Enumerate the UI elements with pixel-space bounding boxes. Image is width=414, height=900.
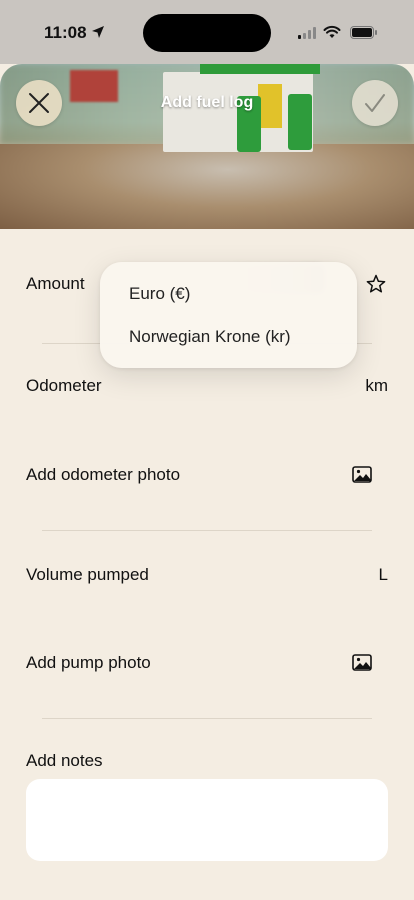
photo-icon[interactable] (352, 466, 372, 483)
divider (42, 530, 372, 531)
wifi-icon (323, 25, 341, 38)
photo-icon[interactable] (352, 654, 372, 671)
hero-ground (0, 144, 414, 229)
odometer-photo-label: Add odometer photo (26, 465, 181, 484)
dynamic-island (143, 14, 271, 52)
battery-icon (350, 26, 377, 39)
done-button[interactable] (352, 80, 398, 126)
menu-item-euro[interactable]: Euro (€) (129, 284, 190, 304)
amount-label: Amount (26, 274, 85, 293)
menu-item-norwegian-krone[interactable]: Norwegian Krone (kr) (129, 327, 291, 347)
status-time: 11:08 (44, 23, 87, 42)
pump-photo-label: Add pump photo (26, 653, 151, 672)
hero-station-roof (200, 64, 320, 74)
close-button[interactable] (16, 80, 62, 126)
cellular-signal-icon (298, 27, 316, 39)
star-icon[interactable] (366, 274, 386, 294)
currency-menu: Euro (€) Norwegian Krone (kr) (100, 262, 357, 368)
hero-image (0, 64, 414, 229)
notes-label: Add notes (26, 751, 103, 770)
volume-input[interactable] (0, 550, 414, 600)
status-bar: 11:08 (0, 0, 414, 64)
checkmark-icon (365, 94, 385, 112)
close-icon (29, 93, 49, 113)
location-arrow-icon (92, 26, 104, 38)
divider (42, 718, 372, 719)
notes-textarea[interactable] (26, 779, 388, 861)
